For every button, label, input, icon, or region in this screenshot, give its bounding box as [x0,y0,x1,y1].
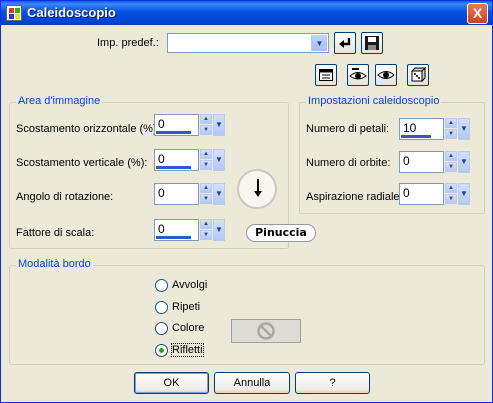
spin-up-icon[interactable]: ▲ [445,118,457,128]
proof-window-icon [319,69,333,81]
value-bar [156,236,191,239]
spin-down-icon[interactable]: ▼ [445,194,457,204]
orbits-spinner[interactable]: 0 ▲ ▼ ▼ [399,151,470,173]
cancel-button[interactable]: Annulla [214,372,290,394]
spin-down-icon[interactable]: ▼ [445,129,457,139]
rotation-input[interactable]: 0 [154,183,199,205]
v-offset-label: Scostamento verticale (%): [16,157,148,169]
v-offset-spinner[interactable]: 0 ▲ ▼ ▼ [154,149,225,171]
spin-down-icon[interactable]: ▼ [200,230,212,240]
h-offset-spinner[interactable]: 0 ▲ ▼ ▼ [154,114,225,136]
chevron-down-icon[interactable]: ▼ [458,151,470,173]
window-title: Caleidoscopio [27,5,116,20]
close-button[interactable]: X [467,3,488,24]
spin-down-icon[interactable]: ▼ [200,160,212,170]
spin-down-icon[interactable]: ▼ [200,125,212,135]
radio-wrap-label[interactable]: Avvolgi [172,279,207,291]
spin-down-icon[interactable]: ▼ [445,162,457,172]
spin-up-icon[interactable]: ▲ [200,219,212,229]
preview-button[interactable] [375,64,397,86]
kaleidoscope-settings-title: Impostazioni caleidoscopio [306,95,442,107]
orbits-label: Numero di orbite: [306,157,391,169]
spin-up-icon[interactable]: ▲ [200,183,212,193]
scale-spinner[interactable]: 0 ▲ ▼ ▼ [154,219,225,241]
rotation-spinner[interactable]: 0 ▲ ▼ ▼ [154,183,225,205]
ok-button[interactable]: OK [134,372,209,394]
dialog-window: Caleidoscopio X Imp. predef.: ▼ Area d'i… [0,0,493,403]
eye-icon [377,71,395,79]
value-bar [156,166,191,169]
rotation-dial-icon[interactable] [237,169,277,209]
chevron-down-icon[interactable]: ▼ [213,149,225,171]
scale-label: Fattore di scala: [16,227,95,239]
proof-button[interactable] [315,64,337,86]
title-bar[interactable]: Caleidoscopio X [1,1,492,25]
auto-proof-button[interactable] [347,64,369,86]
chevron-down-icon[interactable]: ▼ [458,118,470,140]
petals-spinner[interactable]: 10 ▲ ▼ ▼ [399,118,470,140]
orbits-input[interactable]: 0 [399,151,444,173]
eye-undo-icon [349,68,367,80]
no-symbol-icon [257,322,275,340]
spin-down-icon[interactable]: ▼ [200,194,212,204]
preset-dropdown[interactable]: ▼ [167,33,329,53]
spin-up-icon[interactable]: ▲ [445,151,457,161]
radio-wrap-button[interactable] [155,279,168,292]
save-disk-icon [365,36,379,50]
reset-preset-button[interactable] [334,32,356,54]
h-offset-label: Scostamento orizzontale (%): [16,123,160,135]
spin-up-icon[interactable]: ▲ [445,183,457,193]
border-mode-group: Modalità bordo [9,258,485,365]
value-bar [156,131,191,134]
petals-label: Numero di petali: [306,123,390,135]
randomize-button[interactable] [407,64,429,86]
border-mode-title: Modalità bordo [16,258,93,270]
chevron-down-icon[interactable]: ▼ [213,183,225,205]
radio-reflect-button[interactable] [155,344,168,357]
radio-repeat-button[interactable] [155,301,168,314]
help-button[interactable]: ? [295,372,370,394]
chevron-down-icon[interactable]: ▼ [213,114,225,136]
watermark-logo: Pinuccia [246,224,316,242]
chevron-down-icon[interactable]: ▼ [458,183,470,205]
chevron-down-icon[interactable]: ▼ [213,219,225,241]
radial-suction-input[interactable]: 0 [399,183,444,205]
chevron-down-icon: ▼ [311,35,327,51]
radio-color-label[interactable]: Colore [172,322,204,334]
kaleidoscope-app-icon [6,5,22,21]
radio-color-button[interactable] [155,322,168,335]
radial-suction-spinner[interactable]: 0 ▲ ▼ ▼ [399,183,470,205]
value-bar [401,135,431,138]
save-preset-button[interactable] [361,32,383,54]
radio-reflect-label[interactable]: Rifletti [171,343,204,357]
radial-suction-label: Aspirazione radiale: [306,191,403,203]
rotation-label: Angolo di rotazione: [16,191,114,203]
undo-icon [339,38,351,48]
dice-icon [410,67,426,83]
spin-up-icon[interactable]: ▲ [200,149,212,159]
spin-up-icon[interactable]: ▲ [200,114,212,124]
border-color-swatch[interactable] [231,319,301,343]
image-area-title: Area d'immagine [16,95,103,107]
radio-repeat-label[interactable]: Ripeti [172,301,200,313]
preset-label: Imp. predef.: [97,37,159,49]
